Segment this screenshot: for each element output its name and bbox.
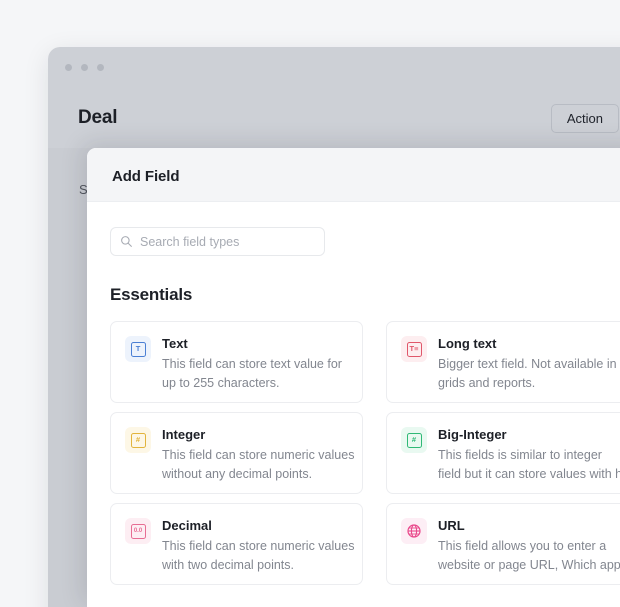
close-dot[interactable]	[65, 64, 72, 71]
field-card-description: This field can store text value for up t…	[162, 355, 348, 392]
field-card-desc-line: This field can store numeric values	[162, 448, 355, 462]
field-card-desc-line: with two decimal points.	[162, 557, 295, 572]
field-card-description: This field can store numeric values with…	[162, 446, 355, 483]
field-card-desc-line: without any decimal points.	[162, 466, 313, 481]
search-icon	[121, 236, 132, 247]
field-card-long-text[interactable]: T≡ Long text Bigger text field. Not avai…	[386, 321, 620, 403]
field-card-big-integer[interactable]: # Big-Integer This fields is similar to …	[386, 412, 620, 494]
globe-icon-glyph	[407, 524, 421, 538]
integer-field-icon: #	[125, 427, 151, 453]
field-card-description: This field can store numeric values with…	[162, 537, 355, 574]
field-card-body: Integer This field can store numeric val…	[162, 427, 355, 493]
field-card-desc-line: field but it can store values with h	[438, 466, 620, 481]
field-card-body: URL This field allows you to enter a web…	[438, 518, 620, 584]
field-card-desc-line: up to 255 characters.	[162, 375, 280, 390]
window-titlebar	[48, 47, 620, 94]
traffic-light-group	[65, 64, 104, 71]
field-card-description: This field allows you to enter a website…	[438, 537, 620, 574]
globe-icon	[401, 518, 427, 544]
field-card-decimal[interactable]: 0.0 Decimal This field can store numeric…	[110, 503, 363, 585]
field-card-description: This fields is similar to integer field …	[438, 446, 620, 483]
field-card-desc-line: This field allows you to enter a	[438, 539, 607, 553]
modal-title: Add Field	[112, 168, 180, 185]
big-integer-field-icon: #	[401, 427, 427, 453]
search-field-types-container[interactable]	[110, 227, 325, 256]
long-text-field-icon-glyph: T≡	[406, 341, 422, 357]
field-card-text[interactable]: T Text This field can store text value f…	[110, 321, 363, 403]
field-type-grid: T Text This field can store text value f…	[110, 321, 620, 585]
add-field-modal: Add Field Essentials T Text This field c…	[87, 148, 620, 607]
search-input[interactable]	[140, 228, 320, 255]
text-field-icon-glyph: T	[130, 341, 146, 357]
page-title: Deal	[78, 107, 118, 128]
field-card-body: Long text Bigger text field. Not availab…	[438, 336, 620, 402]
field-card-desc-line: grids and reports.	[438, 375, 536, 390]
field-card-title: Big-Integer	[438, 427, 507, 442]
field-card-description: Bigger text field. Not available in grid…	[438, 355, 620, 392]
field-card-body: Big-Integer This fields is similar to in…	[438, 427, 620, 493]
field-card-title: Long text	[438, 336, 497, 351]
field-card-title: Text	[162, 336, 188, 351]
field-card-desc-line: This fields is similar to integer	[438, 448, 602, 462]
modal-header: Add Field	[87, 148, 620, 202]
field-card-body: Text This field can store text value for…	[162, 336, 348, 402]
modal-content: Essentials T Text This field can store t…	[87, 203, 620, 607]
field-card-desc-line: Bigger text field. Not available in	[438, 357, 617, 371]
field-card-integer[interactable]: # Integer This field can store numeric v…	[110, 412, 363, 494]
app-header: Deal Action	[48, 94, 620, 148]
maximize-dot[interactable]	[97, 64, 104, 71]
field-card-url[interactable]: URL This field allows you to enter a web…	[386, 503, 620, 585]
field-card-title: Integer	[162, 427, 206, 442]
text-field-icon: T	[125, 336, 151, 362]
section-heading-essentials: Essentials	[110, 285, 193, 304]
decimal-field-icon: 0.0	[125, 518, 151, 544]
big-integer-field-icon-glyph: #	[406, 432, 422, 448]
field-card-desc-line: This field can store text value for	[162, 357, 342, 371]
field-card-desc-line: website or page URL, Which appe	[438, 557, 620, 572]
decimal-field-icon-glyph: 0.0	[130, 523, 146, 539]
field-card-body: Decimal This field can store numeric val…	[162, 518, 355, 584]
action-button[interactable]: Action	[550, 104, 619, 133]
field-card-title: URL	[438, 518, 465, 533]
field-card-title: Decimal	[162, 518, 212, 533]
field-card-desc-line: This field can store numeric values	[162, 539, 355, 553]
minimize-dot[interactable]	[81, 64, 88, 71]
long-text-field-icon: T≡	[401, 336, 427, 362]
integer-field-icon-glyph: #	[130, 432, 146, 448]
